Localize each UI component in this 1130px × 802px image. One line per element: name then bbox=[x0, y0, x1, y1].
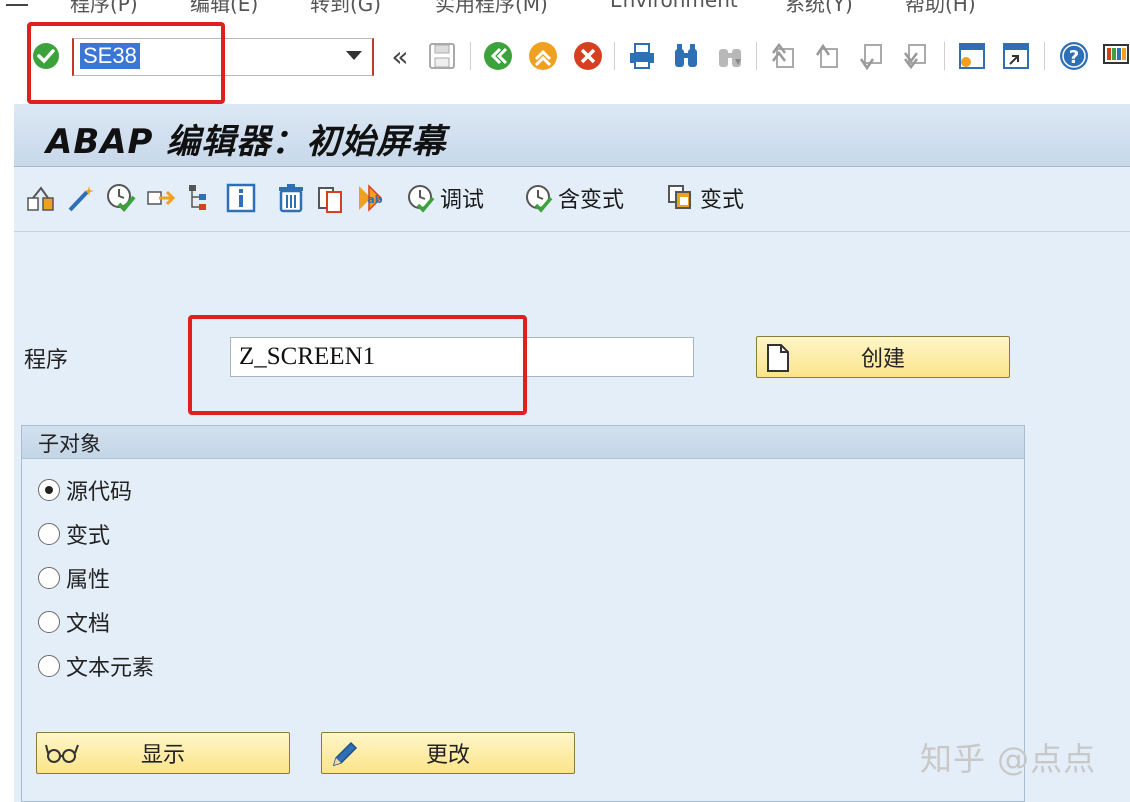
menu-program[interactable]: 程序(P) bbox=[70, 0, 138, 14]
change-button[interactable]: 更改 bbox=[321, 732, 575, 774]
radio-attributes[interactable]: 属性 bbox=[38, 563, 110, 593]
find-next-icon[interactable] bbox=[714, 40, 746, 72]
variants-icon bbox=[668, 185, 691, 209]
radio-variants[interactable]: 变式 bbox=[38, 519, 110, 549]
change-label: 更改 bbox=[425, 743, 470, 768]
watermark: 知乎 @点点 bbox=[920, 740, 1097, 778]
copy-icon[interactable] bbox=[314, 181, 348, 215]
with-variant-label: 含变式 bbox=[558, 188, 625, 213]
previous-page-icon[interactable] bbox=[812, 40, 844, 72]
radio-label: 变式 bbox=[66, 524, 111, 549]
page-title: ABAP 编辑器：初始屏幕 bbox=[46, 122, 447, 162]
debug-button[interactable]: 调试 bbox=[406, 181, 484, 215]
program-label: 程序 bbox=[24, 348, 69, 373]
radio-button[interactable] bbox=[38, 611, 60, 633]
variants-label: 变式 bbox=[700, 188, 745, 213]
group-title: 子对象 bbox=[38, 432, 101, 456]
annotation-box-program bbox=[188, 315, 527, 415]
activate-icon[interactable] bbox=[104, 181, 138, 215]
debug-label: 调试 bbox=[440, 188, 485, 213]
radio-label: 属性 bbox=[66, 568, 111, 593]
collapse-command-icon[interactable]: « bbox=[384, 40, 416, 73]
menu-bar: 程序(P) 编辑(E) 转到(G) 实用程序(M) Environment 系统… bbox=[0, 0, 1130, 14]
radio-button[interactable] bbox=[38, 523, 60, 545]
execute-variant-icon bbox=[526, 185, 553, 213]
application-toolbar: ab 调试 含变式 变式 bbox=[14, 167, 1130, 232]
rename-icon[interactable]: ab bbox=[354, 181, 388, 215]
exit-icon[interactable] bbox=[527, 40, 559, 72]
menu-utilities[interactable]: 实用程序(M) bbox=[435, 0, 548, 14]
document-icon bbox=[765, 343, 791, 379]
first-page-icon[interactable] bbox=[768, 40, 800, 72]
pencil-icon bbox=[330, 739, 360, 775]
variants-button[interactable]: 变式 bbox=[666, 181, 744, 215]
svg-text:?: ? bbox=[1069, 47, 1079, 68]
where-used-icon[interactable] bbox=[144, 181, 178, 215]
hierarchy-icon[interactable] bbox=[184, 181, 218, 215]
debug-icon bbox=[408, 185, 435, 213]
back-icon[interactable] bbox=[482, 40, 514, 72]
radio-source-code[interactable]: 源代码 bbox=[38, 475, 132, 505]
create-label: 创建 bbox=[860, 347, 905, 372]
title-bar: ABAP 编辑器：初始屏幕 bbox=[14, 104, 1130, 167]
annotation-box-command bbox=[27, 22, 225, 104]
radio-label: 文本元素 bbox=[66, 656, 155, 681]
last-page-icon[interactable] bbox=[900, 40, 932, 72]
menu-goto[interactable]: 转到(G) bbox=[310, 0, 381, 14]
object-list-icon[interactable] bbox=[24, 181, 58, 215]
help-icon[interactable]: ? bbox=[1058, 40, 1090, 72]
display-button[interactable]: 显示 bbox=[36, 732, 290, 774]
customize-layout-icon[interactable] bbox=[1100, 40, 1130, 72]
subobjects-group: 子对象 源代码 变式 属性 文档 文本元素 显示 更改 bbox=[21, 425, 1025, 802]
create-session-icon[interactable] bbox=[956, 40, 988, 72]
radio-button-selected[interactable] bbox=[38, 479, 60, 501]
radio-label: 源代码 bbox=[66, 480, 133, 505]
glasses-icon bbox=[45, 739, 79, 773]
save-icon[interactable] bbox=[426, 40, 458, 72]
radio-button[interactable] bbox=[38, 655, 60, 677]
check-wand-icon[interactable] bbox=[64, 181, 98, 215]
menu-system[interactable]: 系统(Y) bbox=[785, 0, 853, 14]
menu-environment[interactable]: Environment bbox=[610, 0, 738, 12]
menu-toggle-icon[interactable] bbox=[6, 0, 28, 6]
svg-text:ab: ab bbox=[367, 193, 382, 206]
radio-documentation[interactable]: 文档 bbox=[38, 607, 110, 637]
info-icon[interactable] bbox=[224, 181, 258, 215]
cancel-icon[interactable] bbox=[572, 40, 604, 72]
radio-label: 文档 bbox=[66, 612, 111, 637]
shortcut-icon[interactable] bbox=[1000, 40, 1032, 72]
menu-help[interactable]: 帮助(H) bbox=[905, 0, 976, 14]
radio-button[interactable] bbox=[38, 567, 60, 589]
find-icon[interactable] bbox=[670, 40, 702, 72]
menu-edit[interactable]: 编辑(E) bbox=[190, 0, 258, 14]
chevron-down-icon[interactable] bbox=[346, 51, 362, 60]
radio-text-elements[interactable]: 文本元素 bbox=[38, 651, 154, 681]
execute-with-variant-button[interactable]: 含变式 bbox=[524, 181, 624, 215]
next-page-icon[interactable] bbox=[856, 40, 888, 72]
display-label: 显示 bbox=[140, 743, 185, 768]
delete-icon[interactable] bbox=[274, 181, 308, 215]
group-header: 子对象 bbox=[22, 426, 1024, 459]
create-button[interactable]: 创建 bbox=[756, 336, 1010, 378]
print-icon[interactable] bbox=[626, 40, 658, 72]
